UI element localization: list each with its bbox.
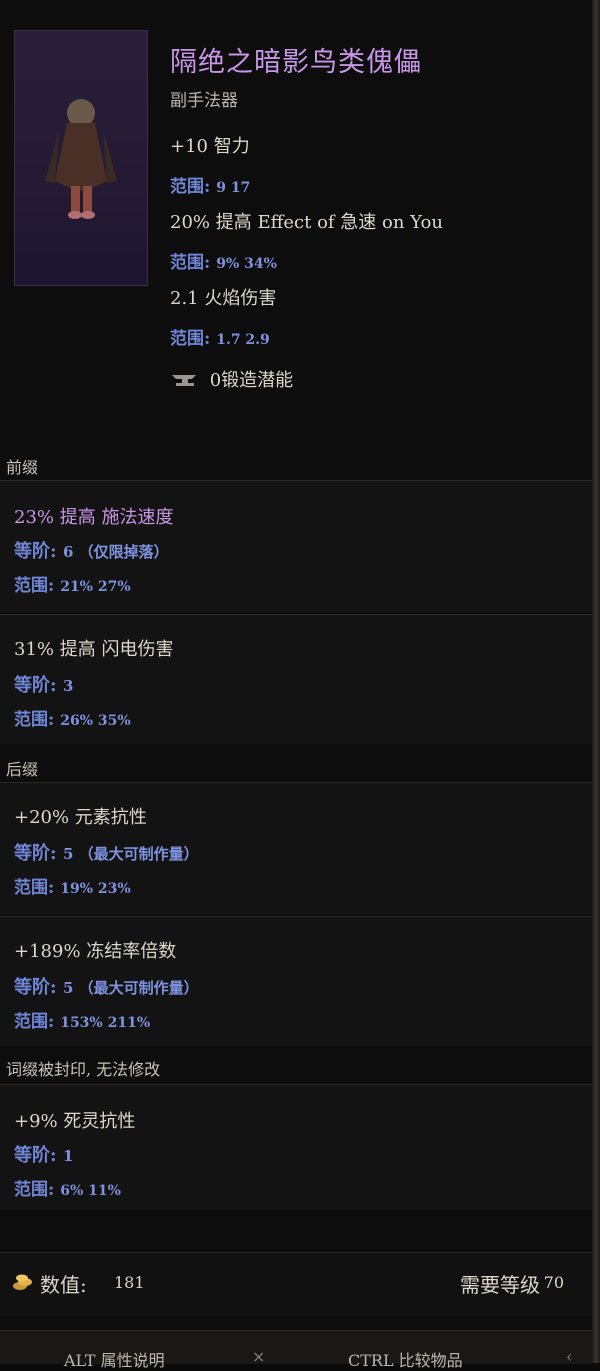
- shadow-bird-puppet-icon: [45, 99, 117, 219]
- implicit-stat-3: 2.1 火焰伤害: [170, 288, 277, 309]
- item-value-label: 数值:: [40, 1273, 87, 1297]
- sealed-affix-1[interactable]: +9% 死灵抗性 等阶: 1 范围: 6% 11%: [0, 1084, 592, 1210]
- required-level: 70: [543, 1273, 564, 1292]
- implicit-range-1: 范围: 9 17: [170, 177, 251, 197]
- affix-text: 31% 提高 闪电伤害: [14, 639, 174, 660]
- item-type: 副手法器: [170, 91, 238, 111]
- required-level-label: 需要等级: [460, 1273, 540, 1297]
- prefix-section-label: 前缀: [6, 458, 39, 477]
- affix-text: +189% 冻结率倍数: [14, 941, 177, 962]
- sealed-section-label: 词缀被封印, 无法修改: [6, 1060, 161, 1079]
- affix-range: 范围: 21% 27%: [14, 576, 131, 596]
- suffix-affix-2[interactable]: +189% 冻结率倍数 等阶: 5 （最大可制作量） 范围: 153% 211%: [0, 916, 592, 1046]
- affix-text: 23% 提高 施法速度: [14, 507, 174, 528]
- anvil-icon: [170, 371, 200, 386]
- ctrl-hint: CTRL 比较物品: [348, 1351, 463, 1370]
- suffix-affix-1[interactable]: +20% 元素抗性 等阶: 5 （最大可制作量） 范围: 19% 23%: [0, 782, 592, 914]
- item-name: 隔绝之暗影鸟类傀儡: [170, 47, 422, 78]
- tooltip-border: [592, 0, 600, 1363]
- arrow-left-icon[interactable]: ‹: [566, 1347, 572, 1366]
- affix-range: 范围: 6% 11%: [14, 1180, 121, 1200]
- close-icon[interactable]: ×: [252, 1347, 265, 1366]
- coin-icon: [12, 1271, 34, 1293]
- suffix-section-label: 后缀: [6, 760, 39, 779]
- affix-range: 范围: 19% 23%: [14, 878, 131, 898]
- hint-bar: ALT 属性说明 × CTRL 比较物品 ‹: [0, 1330, 592, 1370]
- implicit-stat-2: 20% 提高 Effect of 急速 on You: [170, 212, 443, 233]
- affix-tier: 等阶: 6 （仅限掉落）: [14, 541, 169, 562]
- item-tooltip: 隔绝之暗影鸟类傀儡 副手法器 +10 智力 范围: 9 17 20% 提高 Ef…: [0, 0, 600, 1370]
- affix-text: +9% 死灵抗性: [14, 1111, 136, 1132]
- affix-text: +20% 元素抗性: [14, 807, 147, 828]
- implicit-range-2: 范围: 9% 34%: [170, 253, 277, 273]
- prefix-affix-2[interactable]: 31% 提高 闪电伤害 等阶: 3 范围: 26% 35%: [0, 614, 592, 744]
- alt-hint: ALT 属性说明: [64, 1351, 165, 1370]
- affix-range: 范围: 26% 35%: [14, 710, 131, 730]
- tooltip-footer: 数值: 181 需要等级 70: [0, 1252, 592, 1317]
- implicit-stat-1: +10 智力: [170, 136, 250, 157]
- affix-tier: 等阶: 5 （最大可制作量）: [14, 977, 199, 998]
- affix-tier: 等阶: 1: [14, 1145, 74, 1166]
- item-value: 181: [114, 1273, 145, 1292]
- forge-potential: 0锻造潜能: [170, 366, 293, 392]
- prefix-affix-1[interactable]: 23% 提高 施法速度 等阶: 6 （仅限掉落） 范围: 21% 27%: [0, 480, 592, 612]
- item-portrait: [14, 30, 148, 286]
- affix-tier: 等阶: 5 （最大可制作量）: [14, 843, 199, 864]
- affix-tier: 等阶: 3: [14, 675, 74, 696]
- affix-range: 范围: 153% 211%: [14, 1012, 151, 1032]
- implicit-range-3: 范围: 1.7 2.9: [170, 329, 270, 349]
